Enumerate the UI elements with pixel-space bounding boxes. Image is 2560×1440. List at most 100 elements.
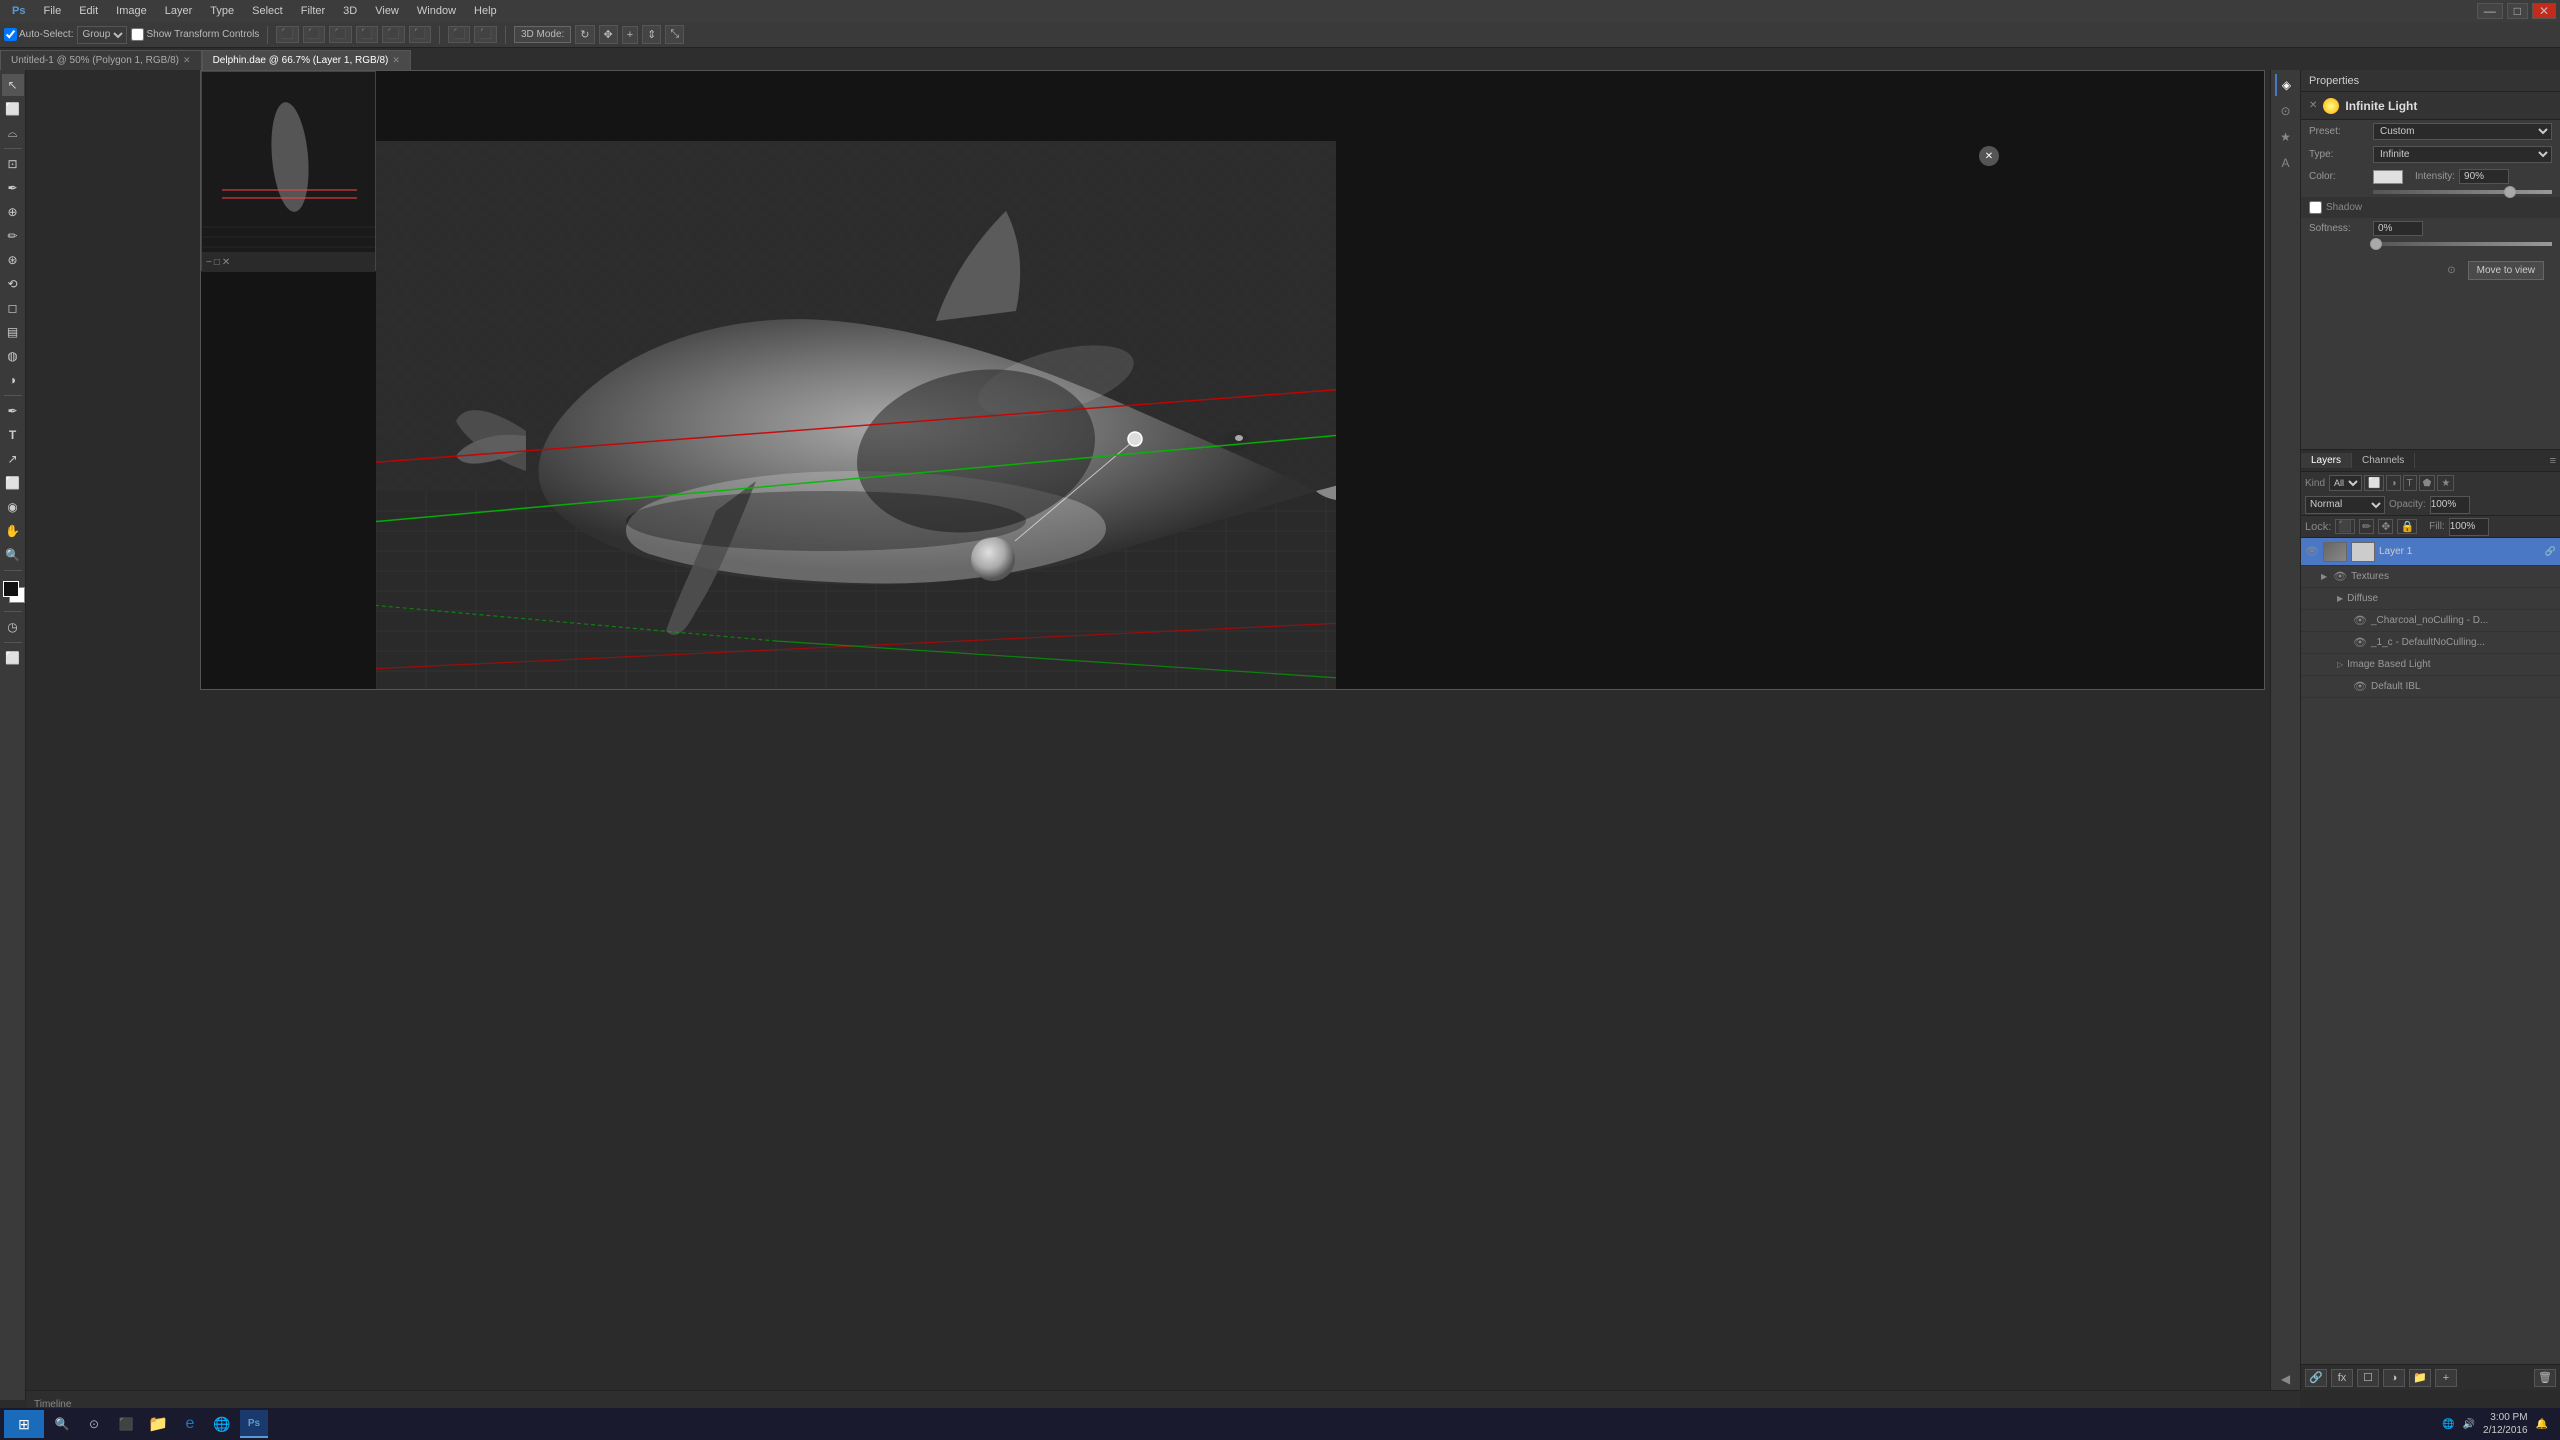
light-back-btn[interactable]: ✕ (2309, 100, 2317, 111)
layer-visibility-default-ibl[interactable]: 👁 (2353, 680, 2367, 694)
intensity-input[interactable]: 90% (2459, 169, 2509, 184)
add-fx-btn[interactable]: fx (2331, 1369, 2353, 1387)
expand-diffuse-icon[interactable]: ▶ (2337, 594, 2343, 603)
hand-tool[interactable]: ✋ (2, 520, 24, 542)
light-sphere[interactable] (971, 537, 1015, 581)
softness-input[interactable]: 0% (2373, 221, 2423, 236)
layer-filter-smart[interactable]: ★ (2437, 475, 2454, 491)
taskbar-file-explorer[interactable]: 📁 (144, 1410, 172, 1438)
3d-zoom-btn[interactable]: + (622, 26, 638, 44)
intensity-slider[interactable] (2373, 190, 2552, 194)
layers-panel-menu[interactable]: ≡ (2550, 455, 2556, 467)
type-select[interactable]: Infinite (2373, 146, 2552, 163)
thumbnail-minimize[interactable]: − (206, 257, 212, 268)
3d-slide-btn[interactable]: ⇕ (642, 25, 661, 44)
minimize-btn[interactable]: — (2477, 3, 2503, 19)
add-adjustment-btn[interactable]: ◑ (2383, 1369, 2405, 1387)
layer-item-layer1[interactable]: 👁 Layer 1 🔗 (2301, 538, 2560, 566)
close-btn[interactable]: ✕ (2532, 3, 2556, 19)
taskbar-edge[interactable]: e (176, 1410, 204, 1438)
menu-edit[interactable]: Edit (71, 3, 106, 19)
layer-filter-adjustment[interactable]: ◑ (2386, 475, 2400, 491)
align-center-h-btn[interactable]: ⬛ (303, 26, 325, 43)
gradient-tool[interactable]: ▤ (2, 321, 24, 343)
expand-textures-icon[interactable]: ▶ (2321, 572, 2327, 581)
type-tool[interactable]: T (2, 424, 24, 446)
new-layer-btn[interactable]: + (2435, 1369, 2457, 1387)
blend-mode-select[interactable]: Normal (2305, 496, 2385, 514)
layer-filter-pixel[interactable]: ⬜ (2364, 475, 2384, 491)
expand-ibl-icon[interactable]: ▷ (2337, 660, 2343, 669)
align-left-btn[interactable]: ⬛ (276, 26, 298, 43)
layer-sub-default-ibl[interactable]: 👁 Default IBL (2301, 676, 2560, 698)
align-bottom-btn[interactable]: ⬛ (409, 26, 431, 43)
move-tool[interactable]: ↖ (2, 74, 24, 96)
auto-select-select[interactable]: Group (77, 26, 127, 44)
lock-transparent-btn[interactable]: ⬛ (2335, 519, 2355, 534)
layer-filter-shape[interactable]: ⬟ (2419, 475, 2436, 491)
shadow-checkbox[interactable] (2309, 201, 2322, 214)
menu-select[interactable]: Select (244, 3, 291, 19)
taskbar-search[interactable]: 🔍 (48, 1410, 76, 1438)
layer-visibility-charcoal[interactable]: 👁 (2353, 614, 2367, 628)
opacity-input[interactable] (2430, 496, 2470, 514)
menu-ps[interactable]: Ps (4, 3, 33, 19)
color-selector[interactable] (3, 581, 23, 601)
move-to-view-btn[interactable]: Move to view (2468, 261, 2544, 280)
blur-tool[interactable]: ◍ (2, 345, 24, 367)
softness-slider[interactable] (2373, 242, 2552, 246)
clone-tool[interactable]: ⊛ (2, 249, 24, 271)
taskbar-task-view[interactable]: ⬛ (112, 1410, 140, 1438)
align-right-btn[interactable]: ⬛ (329, 26, 351, 43)
eyedropper-tool[interactable]: ✒ (2, 177, 24, 199)
menu-type[interactable]: Type (202, 3, 242, 19)
panel-collapse-btn[interactable]: ◀ (2275, 1368, 2297, 1390)
add-link-btn[interactable]: 🔗 (2305, 1369, 2327, 1387)
tab-delphin[interactable]: Delphin.dae @ 66.7% (Layer 1, RGB/8) ✕ (202, 50, 411, 70)
color-swatch[interactable] (2373, 170, 2403, 184)
taskbar-photoshop[interactable]: Ps (240, 1410, 268, 1438)
thumbnail-expand[interactable]: □ (214, 257, 220, 268)
menu-filter[interactable]: Filter (293, 3, 333, 19)
add-mask-btn[interactable]: ☐ (2357, 1369, 2379, 1387)
history-brush-tool[interactable]: ⟲ (2, 273, 24, 295)
adjustments-panel-btn[interactable]: ⊙ (2275, 100, 2297, 122)
styles-panel-btn[interactable]: ★ (2275, 126, 2297, 148)
taskbar-cortana[interactable]: ⊙ (80, 1410, 108, 1438)
create-group-btn[interactable]: 📁 (2409, 1369, 2431, 1387)
delete-layer-btn[interactable]: 🗑 (2534, 1369, 2556, 1387)
properties-panel-btn[interactable]: ◈ (2275, 74, 2297, 96)
menu-image[interactable]: Image (108, 3, 155, 19)
tab-untitled-close[interactable]: ✕ (183, 55, 191, 66)
taskbar-chrome[interactable]: 🌐 (208, 1410, 236, 1438)
menu-help[interactable]: Help (466, 3, 505, 19)
dodge-tool[interactable]: ◑ (2, 369, 24, 391)
rectangle-tool[interactable]: ⬜ (2, 472, 24, 494)
lock-image-btn[interactable]: ✏ (2359, 519, 2374, 534)
menu-view[interactable]: View (367, 3, 407, 19)
zoom-tool[interactable]: 🔍 (2, 544, 24, 566)
fill-input[interactable] (2449, 518, 2489, 536)
show-transform-checkbox[interactable] (131, 28, 144, 41)
lock-all-btn[interactable]: 🔒 (2397, 519, 2417, 534)
marquee-tool[interactable]: ⬜ (2, 98, 24, 120)
layer-visibility-1c[interactable]: 👁 (2353, 636, 2367, 650)
auto-select-checkbox[interactable] (4, 28, 17, 41)
brush-tool[interactable]: ✏ (2, 225, 24, 247)
preset-select[interactable]: Custom (2373, 123, 2552, 140)
menu-window[interactable]: Window (409, 3, 464, 19)
lasso-tool[interactable]: ⌓ (2, 122, 24, 144)
3d-object-tool[interactable]: ◉ (2, 496, 24, 518)
viewport-close-btn[interactable]: ✕ (1979, 146, 1999, 166)
kind-filter-select[interactable]: All (2329, 475, 2362, 491)
thumbnail-close[interactable]: ✕ (222, 257, 230, 268)
pen-tool[interactable]: ✒ (2, 400, 24, 422)
screen-mode-btn[interactable]: ⬜ (2, 647, 24, 669)
distribute-v-btn[interactable]: ⬛ (474, 26, 496, 43)
layer-filter-type[interactable]: T (2403, 475, 2417, 491)
align-center-v-btn[interactable]: ⬛ (382, 26, 404, 43)
layer-sub-1c[interactable]: 👁 _1_c - DefaultNoCulling... (2301, 632, 2560, 654)
3d-pan-btn[interactable]: ✥ (599, 25, 618, 44)
menu-layer[interactable]: Layer (157, 3, 201, 19)
text-panel-btn[interactable]: A (2275, 152, 2297, 174)
